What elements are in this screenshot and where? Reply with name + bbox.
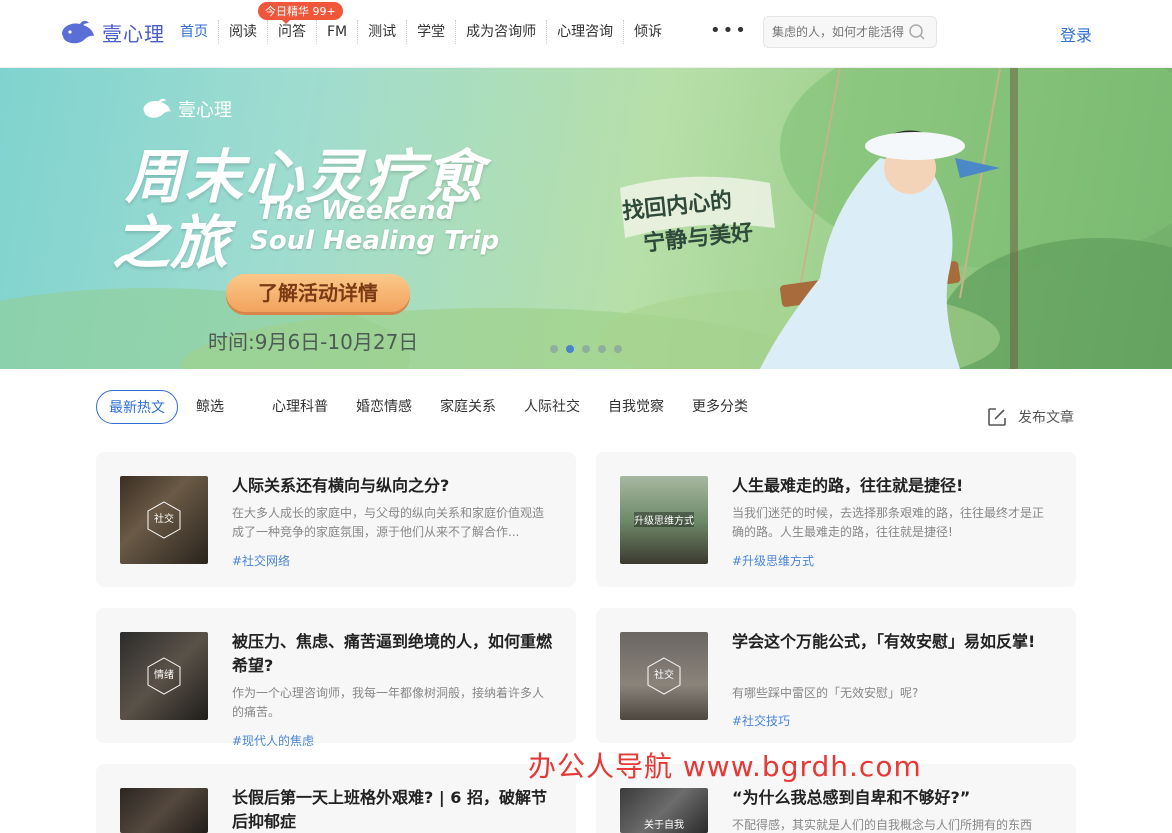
article-thumbnail[interactable]: 升级思维方式 <box>620 476 708 564</box>
article-thumbnail[interactable]: 社交 <box>620 632 708 720</box>
nav-item-become-counselor[interactable]: 成为咨询师 <box>456 20 548 44</box>
banner-subtitle-en1: The Weekend <box>258 196 455 226</box>
article-tag[interactable]: #升级思维方式 <box>732 552 814 569</box>
carousel-dot-active[interactable] <box>566 345 574 353</box>
carousel-dot[interactable] <box>598 345 606 353</box>
article-card[interactable]: 长假后第一天上班格外艰难? | 6 招，破解节后抑郁症 <box>96 764 576 833</box>
tab-latest-hot[interactable]: 最新热文 <box>96 390 178 424</box>
publish-label: 发布文章 <box>1018 410 1074 426</box>
article-title[interactable]: 学会这个万能公式，「有效安慰」易如反掌! <box>732 630 1052 654</box>
nav-item-talk[interactable]: 倾诉 <box>624 20 672 44</box>
hero-banner[interactable]: 壹心理 周末心灵疗愈 之旅 The Weekend Soul Healing T… <box>0 68 1172 369</box>
article-card[interactable]: 社交 人际关系还有横向与纵向之分? 在大多人成长的家庭中，与父母的纵向关系和家庭… <box>96 452 576 587</box>
article-summary: 在大多人成长的家庭中，与父母的纵向关系和家庭价值观造成了一种竞争的家庭氛围，源于… <box>232 506 545 539</box>
article-thumbnail[interactable]: 社交 <box>120 476 208 564</box>
nav-item-course[interactable]: 学堂 <box>407 20 457 44</box>
more-menu-button[interactable]: ••• <box>710 20 748 41</box>
nav-item-read[interactable]: 阅读 <box>219 20 268 44</box>
article-title[interactable]: “为什么我总感到自卑和不够好?” <box>732 786 1052 810</box>
article-tag[interactable]: #社交网络 <box>232 552 290 569</box>
tab-featured[interactable]: 鲸选 <box>182 390 238 424</box>
thumbnail-label: 情绪 <box>154 670 174 681</box>
nav-item-test[interactable]: 测试 <box>358 20 408 44</box>
publish-article-button[interactable]: 发布文章 <box>986 406 1074 428</box>
article-summary: 作为一个心理咨询师，我每一年都像树洞般，接纳着许多人的痛苦。 <box>232 686 545 719</box>
article-title[interactable]: 被压力、焦虑、痛苦逼到绝境的人，如何重燃希望? <box>232 630 552 678</box>
banner-title-line2: 之旅 <box>112 209 229 277</box>
article-summary: 当我们迷茫的时候，去选择那条艰难的路，往往最终才是正确的路。人生最难走的路，往往… <box>732 506 1045 539</box>
article-summary: 有哪些踩中雷区的「无效安慰」呢? <box>732 686 919 700</box>
tab-psychology[interactable]: 心理科普 <box>258 390 342 424</box>
nav-item-qa[interactable]: 问答 <box>268 20 317 44</box>
main-nav: 首页 阅读 问答 FM 测试 学堂 成为咨询师 心理咨询 倾诉 <box>170 20 672 44</box>
article-summary: 不配得感，其实就是人们的自我概念与人们所拥有的东西 <box>732 818 1033 832</box>
thumbnail-label: 升级思维方式 <box>634 512 694 527</box>
tab-family[interactable]: 家庭关系 <box>426 390 510 424</box>
tab-self-awareness[interactable]: 自我觉察 <box>594 390 678 424</box>
top-header: 壹心理 首页 阅读 问答 FM 测试 学堂 成为咨询师 心理咨询 倾诉 今日精华… <box>0 0 1172 68</box>
whale-logo-icon <box>143 98 171 118</box>
thumbnail-label: 社交 <box>154 514 174 525</box>
banner-cta-button[interactable]: 了解活动详情 <box>226 274 410 312</box>
article-card[interactable]: 社交 学会这个万能公式，「有效安慰」易如反掌! 有哪些踩中雷区的「无效安慰」呢?… <box>596 608 1076 743</box>
tab-social[interactable]: 人际社交 <box>510 390 594 424</box>
nav-item-home[interactable]: 首页 <box>170 20 219 44</box>
tab-more-categories[interactable]: 更多分类 <box>678 390 762 424</box>
carousel-dot[interactable] <box>614 345 622 353</box>
article-card[interactable]: 情绪 被压力、焦虑、痛苦逼到绝境的人，如何重燃希望? 作为一个心理咨询师，我每一… <box>96 608 576 748</box>
article-thumbnail[interactable] <box>120 788 208 833</box>
site-logo[interactable]: 壹心理 <box>60 18 165 47</box>
nav-item-fm[interactable]: FM <box>317 20 359 44</box>
article-card[interactable]: 升级思维方式 人生最难走的路，往往就是捷径! 当我们迷茫的时候，去选择那条艰难的… <box>596 452 1076 587</box>
article-title[interactable]: 长假后第一天上班格外艰难? | 6 招，破解节后抑郁症 <box>232 786 552 833</box>
whale-logo-icon <box>62 20 94 43</box>
logo-text: 壹心理 <box>102 22 165 46</box>
banner-brand-text: 壹心理 <box>178 100 232 121</box>
banner-brand: 壹心理 <box>140 96 232 122</box>
thumbnail-label: 关于自我 <box>644 820 684 831</box>
banner-subtitle-en2: Soul Healing Trip <box>250 226 500 256</box>
article-tag[interactable]: #社交技巧 <box>732 712 790 729</box>
watermark-text: 办公人导航 www.bgrdh.com <box>528 750 922 783</box>
article-thumbnail[interactable]: 情绪 <box>120 632 208 720</box>
article-tag[interactable]: #现代人的焦虑 <box>232 732 314 749</box>
search-icon[interactable] <box>908 23 926 41</box>
qa-hot-badge: 今日精华 99+ <box>258 2 343 24</box>
carousel-dot[interactable] <box>582 345 590 353</box>
nav-item-counseling[interactable]: 心理咨询 <box>547 20 625 44</box>
article-title[interactable]: 人际关系还有横向与纵向之分? <box>232 474 552 498</box>
article-thumbnail[interactable]: 关于自我 <box>620 788 708 833</box>
search-input[interactable] <box>772 25 904 39</box>
category-tabs: 最新热文 鲸选 心理科普 婚恋情感 家庭关系 人际社交 自我觉察 更多分类 <box>96 390 762 424</box>
carousel-dots <box>550 345 622 353</box>
thumbnail-label: 社交 <box>654 670 674 681</box>
article-title[interactable]: 人生最难走的路，往往就是捷径! <box>732 474 1052 498</box>
banner-date: 时间:9月6日-10月27日 <box>208 330 419 354</box>
tab-love[interactable]: 婚恋情感 <box>342 390 426 424</box>
carousel-dot[interactable] <box>550 345 558 353</box>
login-link[interactable]: 登录 <box>1060 22 1092 46</box>
search-box <box>763 16 937 48</box>
edit-icon <box>988 408 1006 426</box>
